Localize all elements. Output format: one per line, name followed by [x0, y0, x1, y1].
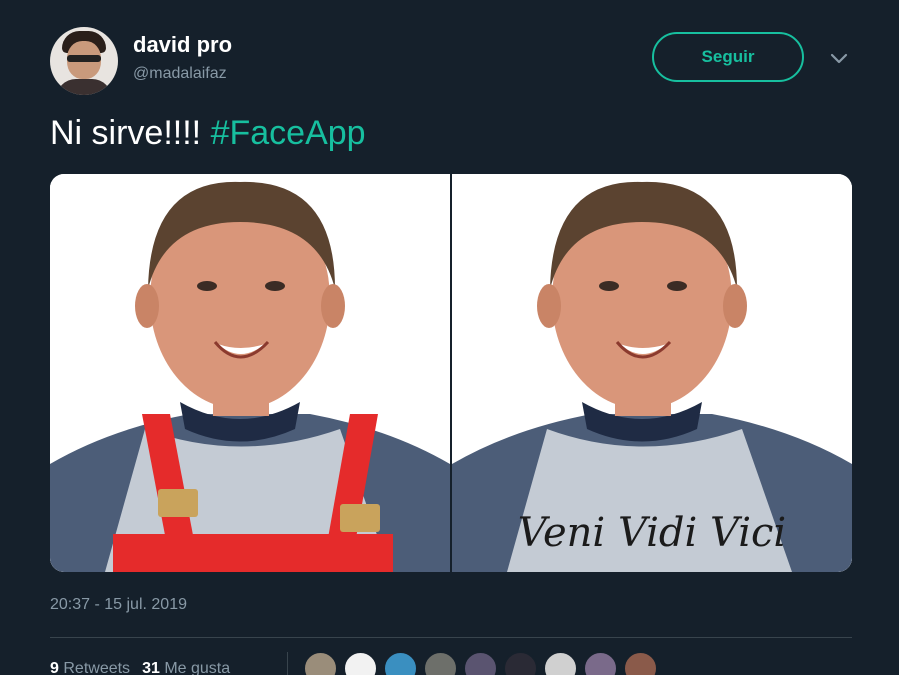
liker-avatar[interactable] — [423, 651, 458, 675]
liker-avatar[interactable] — [463, 651, 498, 675]
retweets-label: Retweets — [63, 660, 131, 675]
avatar-shirt — [56, 79, 112, 95]
likes-stat[interactable]: 31 Me gusta — [142, 660, 230, 675]
user-handle[interactable]: @madalaifaz — [133, 65, 227, 83]
tweet-media[interactable]: Veni Vidi Vici — [50, 174, 852, 572]
liker-avatar[interactable] — [543, 651, 578, 675]
divider — [50, 637, 852, 638]
tweet-timestamp[interactable]: 20:37 - 15 jul. 2019 — [50, 596, 187, 614]
tweet-text: Ni sirve!!!! #FaceApp — [50, 114, 366, 153]
tweet-body: Ni sirve!!!! — [50, 114, 202, 152]
avatar[interactable] — [50, 27, 118, 95]
liker-avatar[interactable] — [383, 651, 418, 675]
stats-divider — [287, 652, 288, 675]
hashtag-link[interactable]: #FaceApp — [211, 114, 366, 152]
photo-left — [50, 174, 450, 572]
liker-avatar[interactable] — [303, 651, 338, 675]
liker-avatar[interactable] — [583, 651, 618, 675]
likes-label: Me gusta — [164, 660, 231, 675]
user-name[interactable]: david pro — [133, 32, 232, 58]
liker-avatar[interactable] — [503, 651, 538, 675]
chevron-down-icon[interactable] — [828, 48, 850, 68]
liker-avatar[interactable] — [623, 651, 658, 675]
media-image: Veni Vidi Vici — [50, 174, 852, 572]
likes-count: 31 — [142, 660, 160, 675]
retweets-stat[interactable]: 9 Retweets — [50, 660, 130, 675]
follow-button[interactable]: Seguir — [652, 32, 804, 82]
liker-avatars — [303, 651, 658, 675]
avatar-glasses — [67, 55, 101, 62]
photo-right: Veni Vidi Vici — [452, 174, 852, 572]
shirt-text: Veni Vidi Vici — [518, 510, 786, 556]
liker-avatar[interactable] — [343, 651, 378, 675]
tweet-stats: 9 Retweets 31 Me gusta — [50, 660, 230, 675]
retweets-count: 9 — [50, 660, 59, 675]
